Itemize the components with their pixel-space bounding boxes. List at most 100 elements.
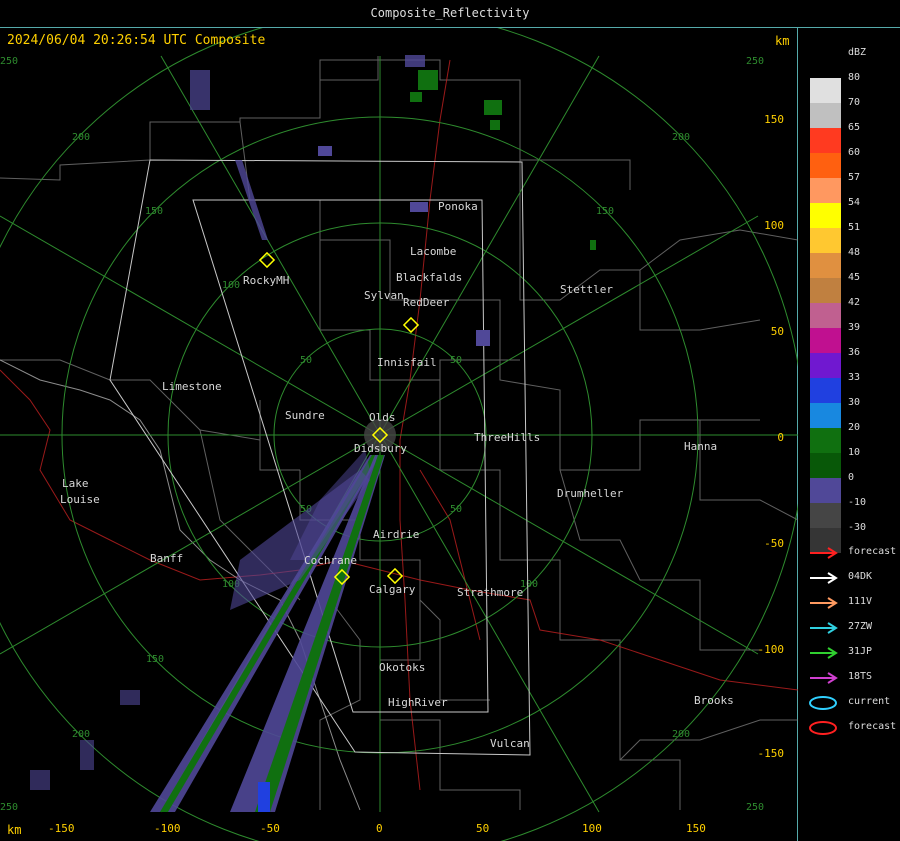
place-banff: Banff <box>150 552 183 565</box>
track-arrow-icon <box>810 572 838 584</box>
y-tick: 100 <box>764 219 784 232</box>
dbz-swatch <box>810 253 841 278</box>
ring-label-250: 250 <box>746 802 764 813</box>
place-innisfail: Innisfail <box>377 356 437 369</box>
scan-timestamp: 2024/06/04 20:26:54 UTC Composite <box>7 33 266 48</box>
place-limestone: Limestone <box>162 380 222 393</box>
ring-label-50: 50 <box>450 355 462 366</box>
track-arrow-icon <box>810 597 838 609</box>
place-hanna: Hanna <box>684 440 717 453</box>
dbz-label: 36 <box>848 347 861 358</box>
dbz-label: 0 <box>848 472 855 483</box>
ring-label-200: 200 <box>672 132 690 143</box>
y-tick: -50 <box>764 537 784 550</box>
ring-label-200: 200 <box>72 729 90 740</box>
dbz-label: 60 <box>848 147 861 158</box>
dbz-label: 33 <box>848 372 861 383</box>
place-strathmore: Strathmore <box>457 586 523 599</box>
dbz-label: 30 <box>848 397 861 408</box>
overlay-label: 111V <box>848 596 873 607</box>
ring-label-50: 50 <box>450 504 462 515</box>
dbz-swatch <box>810 278 841 303</box>
dbz-label: -10 <box>848 497 867 508</box>
overlay-label: forecast <box>848 721 897 732</box>
legend-title: dBZ <box>848 47 867 58</box>
track-arrow-icon <box>810 647 838 659</box>
dbz-swatch <box>810 78 841 103</box>
ring-label-100: 100 <box>222 280 240 291</box>
provincial-boundary <box>0 359 361 811</box>
dbz-swatch <box>810 453 841 478</box>
place-louise: Louise <box>60 493 100 506</box>
dbz-label: 51 <box>848 222 861 233</box>
ring-label-50: 50 <box>300 355 312 366</box>
place-calgary: Calgary <box>369 583 416 596</box>
y-tick: 150 <box>764 113 784 126</box>
y-tick: -150 <box>758 747 785 760</box>
ring-label-250: 250 <box>0 56 18 67</box>
place-stettler: Stettler <box>560 283 613 296</box>
radar-map[interactable]: 50 50 50 50 100 100 100 150 150 150 200 … <box>0 28 798 841</box>
place-okotoks: Okotoks <box>379 661 425 674</box>
ring-label-250: 250 <box>0 802 18 813</box>
ring-label-200: 200 <box>672 729 690 740</box>
place-olds: Olds <box>369 411 396 424</box>
track-arrow-icon <box>810 547 838 559</box>
dbz-swatch <box>810 203 841 228</box>
place-labels: Ponoka Lacombe Blackfalds Sylvan RedDeer… <box>60 200 734 750</box>
overlay-label: 31JP <box>848 646 873 657</box>
ring-label-150: 150 <box>145 206 163 217</box>
ring-label-150: 150 <box>146 654 164 665</box>
overlay-label: 18TS <box>848 671 873 682</box>
dbz-label: 80 <box>848 72 861 83</box>
dbz-swatch <box>810 328 841 353</box>
overlay-label: forecast <box>848 546 897 557</box>
dbz-swatch <box>810 303 841 328</box>
dbz-label: 70 <box>848 97 861 108</box>
x-tick: -100 <box>154 822 181 835</box>
dbz-swatch <box>810 353 841 378</box>
dbz-label: 20 <box>848 422 861 433</box>
dbz-label: 42 <box>848 297 861 308</box>
dbz-swatch <box>810 378 841 403</box>
place-highriver: HighRiver <box>388 696 448 709</box>
place-didsbury: Didsbury <box>354 442 407 455</box>
dbz-swatch <box>810 503 841 528</box>
x-tick: -50 <box>260 822 280 835</box>
y-axis-ticks: 150 100 50 0 -50 -100 -150 <box>758 113 785 760</box>
x-tick: 50 <box>476 822 489 835</box>
track-arrow-icon <box>810 672 838 684</box>
place-blackfalds: Blackfalds <box>396 271 462 284</box>
legend-panel: dBZ 80 70 65 60 57 54 51 48 45 42 39 36 33 30 20 10 0 -10… <box>800 40 900 830</box>
overlay-label: 27ZW <box>848 621 873 632</box>
x-tick: 150 <box>686 822 706 835</box>
y-tick: 0 <box>777 431 784 444</box>
ring-label-200: 200 <box>72 132 90 143</box>
cell-ellipse-icon <box>809 696 837 710</box>
place-reddeer: RedDeer <box>403 296 450 309</box>
dbz-swatch <box>810 478 841 503</box>
window-title-bar: Composite_Reflectivity <box>0 0 900 28</box>
dbz-label: 45 <box>848 272 861 283</box>
dbz-swatch <box>810 103 841 128</box>
overlay-label: 04DK <box>848 571 873 582</box>
unit-km-top: km <box>775 34 790 48</box>
window-title: Composite_Reflectivity <box>370 6 530 20</box>
dbz-swatch <box>810 178 841 203</box>
radar-map-panel[interactable]: 50 50 50 50 100 100 100 150 150 150 200 … <box>0 28 798 841</box>
x-tick: 0 <box>376 822 383 835</box>
dbz-swatch <box>810 228 841 253</box>
overlay-label: current <box>848 696 891 707</box>
dbz-swatch <box>810 428 841 453</box>
dbz-label: 48 <box>848 247 861 258</box>
unit-km-bottom: km <box>7 823 22 837</box>
highways <box>0 59 798 791</box>
dbz-label: 39 <box>848 322 861 333</box>
dbz-swatch <box>810 403 841 428</box>
dbz-swatch <box>810 128 841 153</box>
dbz-label: -30 <box>848 522 867 533</box>
x-axis-ticks: -150 -100 -50 0 50 100 150 <box>48 822 706 835</box>
place-lacombe: Lacombe <box>410 245 456 258</box>
place-vulcan: Vulcan <box>490 737 530 750</box>
place-sundre: Sundre <box>285 409 325 422</box>
